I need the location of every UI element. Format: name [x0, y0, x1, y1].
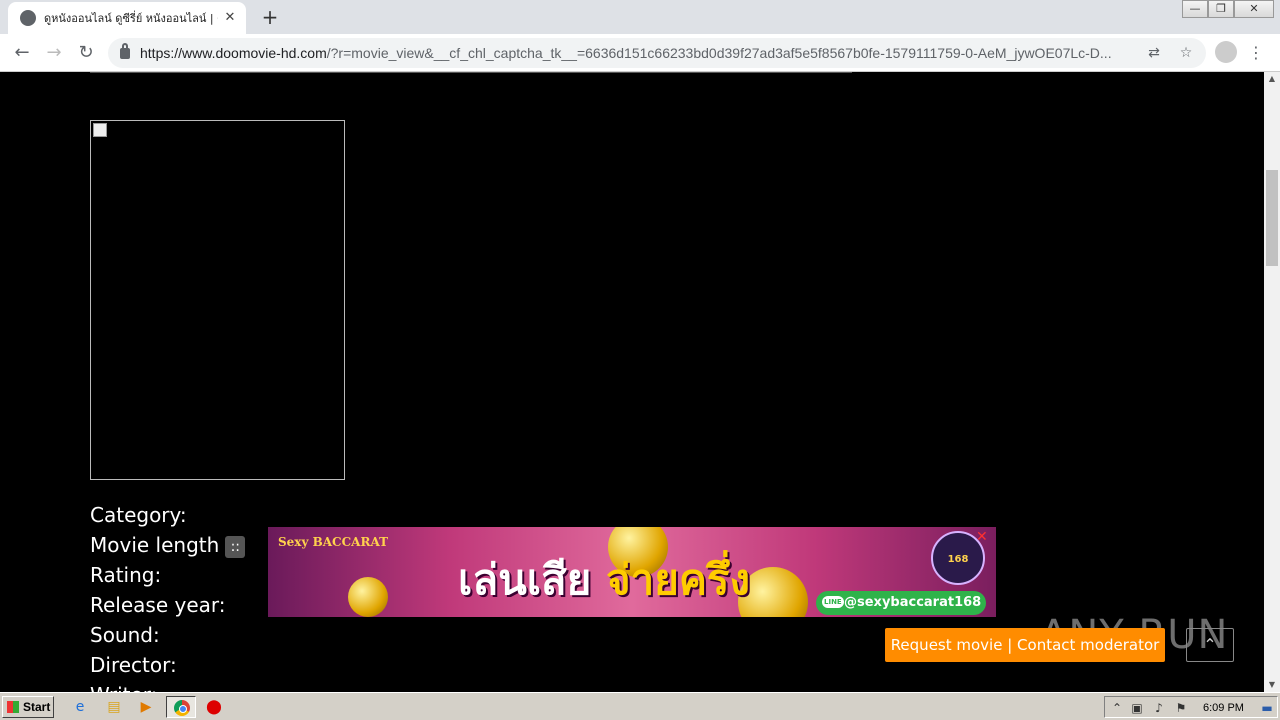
- volume-icon[interactable]: ♪: [1151, 700, 1167, 716]
- back-arrow-icon[interactable]: ←: [10, 41, 34, 65]
- network-icon[interactable]: ▣: [1129, 700, 1145, 716]
- field-rating: Rating:: [90, 563, 162, 587]
- close-tab-icon[interactable]: ✕: [222, 10, 238, 26]
- url-text[interactable]: https://www.doomovie-hd.com/?r=movie_vie…: [140, 45, 1130, 61]
- media-player-icon[interactable]: ▶: [136, 697, 156, 717]
- field-sound: Sound:: [90, 623, 160, 647]
- field-writer: Writer:: [90, 680, 245, 692]
- ad-headline: เล่นเสีย จ่ายครึ่ง: [458, 555, 750, 604]
- bookmark-star-icon[interactable]: ☆: [1176, 43, 1196, 63]
- field-director: Director:: [90, 653, 177, 677]
- movie-info-list: Category: Movie length:: Rating: Release…: [90, 500, 246, 692]
- page-content: Category: Movie length:: Rating: Release…: [0, 72, 1264, 692]
- translate-icon[interactable]: ⇄: [1144, 43, 1164, 63]
- clock[interactable]: 6:09 PM: [1203, 699, 1244, 717]
- back-to-top-button[interactable]: ⌃: [1186, 628, 1234, 662]
- page-scrollbar[interactable]: ▲ ▼: [1264, 72, 1280, 692]
- internet-explorer-icon[interactable]: e: [70, 697, 90, 717]
- browser-tab[interactable]: ดูหนังออนไลน์ ดูซีรี่ย์ หนังออนไลน์ | ดู…: [8, 2, 246, 34]
- flag-icon[interactable]: ⚑: [1173, 700, 1189, 716]
- browser-tab-bar: ดูหนังออนไลน์ ดูซีรี่ย์ หนังออนไลน์ | ดู…: [0, 0, 1280, 34]
- system-tray: ⌃ ▣ ♪ ⚑ 6:09 PM ▬: [1104, 696, 1278, 718]
- close-window-button[interactable]: ✕: [1234, 0, 1274, 18]
- lock-icon: [120, 42, 130, 59]
- chrome-taskbar-button[interactable]: [166, 696, 196, 718]
- broken-image-icon: [93, 123, 107, 137]
- ad-brand-logo: Sexy BACCARAT: [278, 535, 389, 549]
- browser-toolbar: ← → ↻ https://www.doomovie-hd.com/?r=mov…: [0, 34, 1280, 72]
- field-release-year: Release year:: [90, 593, 226, 617]
- scrollbar-thumb[interactable]: [1266, 170, 1278, 266]
- ad-banner[interactable]: Sexy BACCARAT เล่นเสีย จ่ายครึ่ง 168 @se…: [268, 527, 996, 617]
- ad-close-icon[interactable]: ✕: [976, 529, 988, 545]
- field-category: Category:: [90, 503, 187, 527]
- length-toggle-button[interactable]: ::: [225, 535, 246, 558]
- request-movie-button[interactable]: Request movie | Contact moderator: [885, 628, 1165, 662]
- more-menu-icon[interactable]: ⋮: [1248, 41, 1264, 65]
- stop-icon[interactable]: ⬤: [204, 697, 224, 717]
- movie-poster: [90, 120, 345, 480]
- new-tab-button[interactable]: +: [258, 6, 282, 28]
- field-movie-length: Movie length::: [90, 530, 246, 560]
- address-bar[interactable]: https://www.doomovie-hd.com/?r=movie_vie…: [108, 38, 1206, 68]
- windows-taskbar: Start e ▤ ▶ ⬤ ⌃ ▣ ♪ ⚑ 6:09 PM ▬: [0, 692, 1280, 720]
- scroll-down-icon[interactable]: ▼: [1264, 678, 1280, 692]
- folder-icon[interactable]: ▤: [104, 697, 124, 717]
- forward-arrow-icon[interactable]: →: [42, 41, 66, 65]
- chrome-icon: [174, 700, 190, 716]
- minimize-button[interactable]: —: [1182, 0, 1208, 18]
- restore-button[interactable]: ❐: [1208, 0, 1234, 18]
- globe-icon: [20, 10, 36, 26]
- coin-decoration: [348, 577, 388, 617]
- start-button[interactable]: Start: [2, 696, 54, 718]
- scroll-up-icon[interactable]: ▲: [1264, 72, 1280, 86]
- tab-title: ดูหนังออนไลน์ ดูซีรี่ย์ หนังออนไลน์ | ดู: [44, 12, 218, 25]
- show-desktop-icon[interactable]: ▬: [1259, 700, 1275, 716]
- profile-avatar-icon[interactable]: [1215, 41, 1237, 63]
- ad-line-handle: @sexybaccarat168: [816, 591, 986, 615]
- divider: [90, 72, 852, 73]
- tray-expand-icon[interactable]: ⌃: [1109, 700, 1125, 716]
- reload-icon[interactable]: ↻: [74, 41, 98, 65]
